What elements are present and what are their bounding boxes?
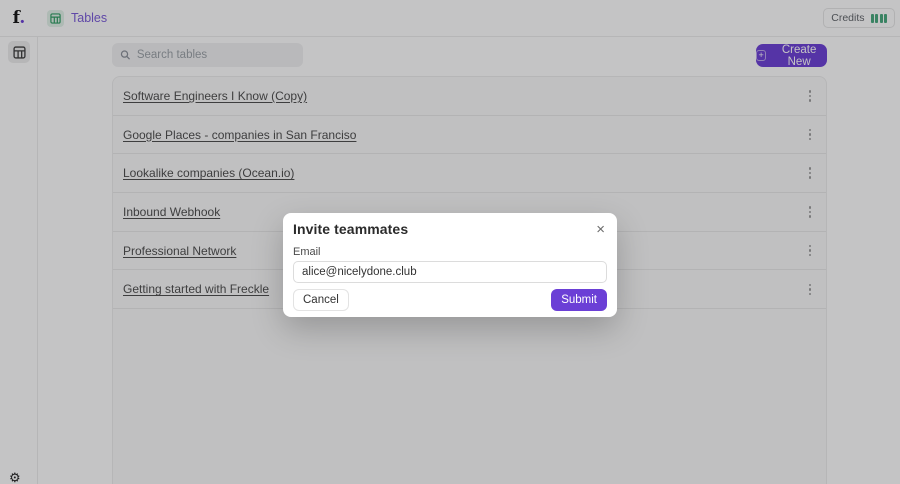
submit-button[interactable]: Submit [551, 289, 607, 311]
close-icon[interactable]: × [594, 222, 607, 237]
modal-title: Invite teammates [293, 221, 409, 237]
email-field[interactable] [293, 261, 607, 283]
email-label: Email [293, 246, 321, 258]
cancel-button[interactable]: Cancel [293, 289, 349, 311]
invite-teammates-modal: Invite teammates × Email Cancel Submit [283, 213, 617, 317]
